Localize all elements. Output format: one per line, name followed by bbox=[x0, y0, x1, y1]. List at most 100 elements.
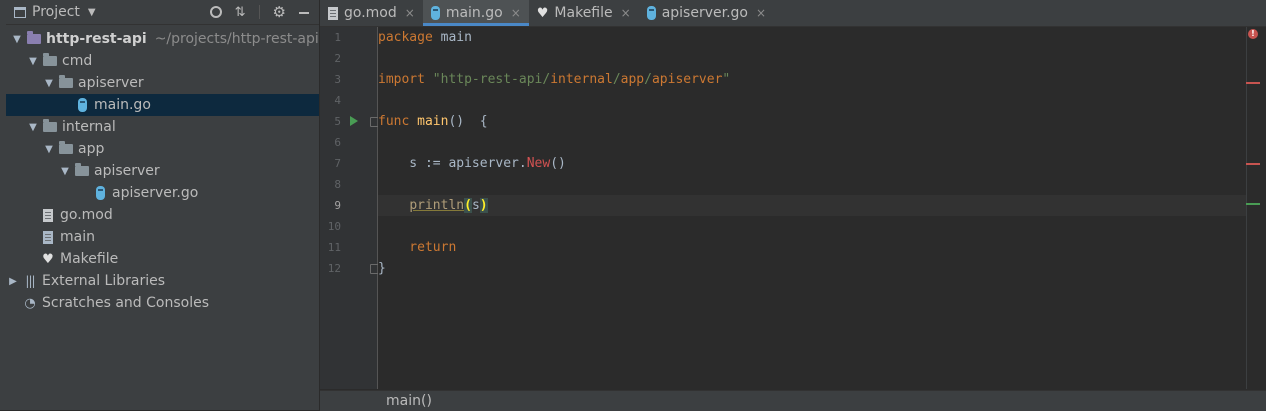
tree-item-label: apiserver bbox=[78, 75, 144, 91]
code-token: () { bbox=[448, 114, 488, 129]
tree-item-label: http-rest-api bbox=[46, 31, 147, 47]
chevron-down-icon[interactable]: ▼ bbox=[88, 7, 96, 18]
code-token: apiserver bbox=[651, 72, 723, 87]
folder-icon bbox=[74, 163, 90, 179]
tree-item-label: main bbox=[60, 229, 95, 245]
editor-gutter[interactable]: 1 2 3 4 5 6 7 8 9 10 11 12 bbox=[320, 27, 380, 389]
tab-makefile[interactable]: ♥ Makefile × bbox=[529, 0, 639, 26]
tab-main-go[interactable]: main.go × bbox=[422, 0, 529, 26]
tab-apiserver-go[interactable]: apiserver.go × bbox=[639, 0, 774, 26]
code-token: ( bbox=[464, 198, 472, 213]
close-icon[interactable]: × bbox=[621, 6, 631, 20]
project-view-title[interactable]: Project bbox=[32, 4, 80, 20]
code-line-current: println(s) bbox=[378, 195, 1246, 216]
chevron-right-icon[interactable]: ▶ bbox=[8, 276, 18, 287]
collapse-icon[interactable]: ⇅ bbox=[235, 5, 246, 20]
line-number: 8 bbox=[334, 178, 341, 191]
line-number: 2 bbox=[334, 52, 341, 65]
tab-label: main.go bbox=[445, 5, 503, 21]
tree-item-label: cmd bbox=[62, 53, 93, 69]
close-icon[interactable]: × bbox=[511, 6, 521, 20]
chevron-down-icon[interactable]: ▼ bbox=[60, 166, 70, 177]
chevron-down-icon[interactable]: ▼ bbox=[12, 34, 22, 45]
line-number: 1 bbox=[334, 31, 341, 44]
code-token: s := apiserver. bbox=[378, 156, 527, 171]
tab-go-mod[interactable]: go.mod × bbox=[320, 0, 423, 26]
code-token: } bbox=[378, 261, 386, 276]
line-number: 4 bbox=[334, 94, 341, 107]
code-token: s bbox=[471, 198, 480, 213]
error-stripe-marker[interactable] bbox=[1246, 82, 1260, 84]
editor-tab-bar: go.mod × main.go × ♥ Makefile × apiserve… bbox=[320, 0, 1266, 27]
run-icon[interactable] bbox=[350, 116, 358, 126]
locate-icon[interactable] bbox=[209, 6, 222, 18]
code-token: main bbox=[432, 30, 472, 45]
tree-item-label: External Libraries bbox=[42, 273, 165, 289]
tree-item-app[interactable]: ▼ app bbox=[6, 138, 319, 160]
code-line: import "http-rest-api/internal/app/apise… bbox=[378, 69, 1246, 90]
binary-file-icon bbox=[40, 229, 56, 245]
code-editor[interactable]: package main import "http-rest-api/inter… bbox=[378, 27, 1246, 389]
folder-icon bbox=[42, 119, 58, 135]
code-line: func main() { bbox=[378, 111, 1246, 132]
tab-label: apiserver.go bbox=[661, 5, 748, 21]
toolbar-divider bbox=[258, 5, 260, 19]
tree-item-internal[interactable]: ▼ internal bbox=[6, 116, 319, 138]
tree-item-path: ~/projects/http-rest-api bbox=[154, 31, 319, 47]
code-token: " bbox=[722, 72, 731, 87]
code-line: s := apiserver.New() bbox=[378, 153, 1246, 174]
code-line: return bbox=[378, 237, 1246, 258]
tree-item-main-binary[interactable]: main bbox=[6, 226, 319, 248]
tree-item-app-apiserver[interactable]: ▼ apiserver bbox=[6, 160, 319, 182]
chevron-down-icon[interactable]: ▼ bbox=[28, 56, 38, 67]
code-line: package main bbox=[378, 27, 1246, 48]
tree-item-cmd-apiserver[interactable]: ▼ apiserver bbox=[6, 72, 319, 94]
code-token: println bbox=[409, 198, 465, 213]
tree-item-label: main.go bbox=[94, 97, 151, 113]
tree-item-main-go[interactable]: main.go bbox=[6, 94, 319, 116]
close-icon[interactable]: × bbox=[756, 6, 766, 20]
libraries-icon: ||| bbox=[25, 274, 35, 288]
tab-label: go.mod bbox=[344, 5, 397, 21]
go-file-icon bbox=[92, 185, 108, 201]
breadcrumb-item[interactable]: main() bbox=[386, 393, 432, 409]
makefile-icon: ♥ bbox=[42, 251, 54, 267]
code-token: ) bbox=[479, 198, 488, 213]
go-file-icon bbox=[74, 97, 90, 113]
makefile-icon: ♥ bbox=[536, 5, 549, 21]
go-file-icon bbox=[430, 6, 440, 20]
tree-item-makefile[interactable]: ♥ Makefile bbox=[6, 248, 319, 270]
error-indicator-icon[interactable]: ! bbox=[1248, 29, 1258, 39]
tree-item-label: Makefile bbox=[60, 251, 119, 267]
hide-icon[interactable] bbox=[299, 12, 309, 14]
change-stripe-marker[interactable] bbox=[1246, 203, 1260, 205]
folder-icon bbox=[58, 75, 74, 91]
chevron-down-icon[interactable]: ▼ bbox=[28, 122, 38, 133]
tree-item-cmd[interactable]: ▼ cmd bbox=[6, 50, 319, 72]
chevron-down-icon[interactable]: ▼ bbox=[44, 144, 54, 155]
code-token: import bbox=[378, 72, 425, 87]
tree-item-go-mod[interactable]: go.mod bbox=[6, 204, 319, 226]
code-token: func bbox=[378, 114, 410, 129]
code-line: } bbox=[378, 258, 1246, 279]
close-icon[interactable]: × bbox=[405, 6, 415, 20]
go-file-icon bbox=[646, 6, 656, 20]
tree-item-label: internal bbox=[62, 119, 116, 135]
code-token: return bbox=[378, 240, 457, 255]
settings-icon[interactable]: ⚙ bbox=[273, 3, 286, 21]
tree-item-project-root[interactable]: ▼ http-rest-api ~/projects/http-rest-api bbox=[6, 28, 319, 50]
code-token: internal bbox=[550, 72, 613, 87]
chevron-down-icon[interactable]: ▼ bbox=[44, 78, 54, 89]
breadcrumb: main() bbox=[320, 390, 1266, 411]
project-view-icon bbox=[14, 6, 26, 18]
project-panel: Project ▼ ⇅ ⚙ ▼ http-rest-api ~/projects… bbox=[6, 0, 320, 410]
tab-label: Makefile bbox=[554, 5, 613, 21]
error-stripe-marker[interactable] bbox=[1246, 163, 1260, 165]
line-number: 10 bbox=[327, 220, 341, 233]
tree-item-scratches[interactable]: ◔ Scratches and Consoles bbox=[6, 292, 319, 314]
tree-item-apiserver-go[interactable]: apiserver.go bbox=[6, 182, 319, 204]
tree-item-external-libraries[interactable]: ▶ ||| External Libraries bbox=[6, 270, 319, 292]
code-token: package bbox=[378, 30, 433, 45]
tree-item-label: go.mod bbox=[60, 207, 113, 223]
